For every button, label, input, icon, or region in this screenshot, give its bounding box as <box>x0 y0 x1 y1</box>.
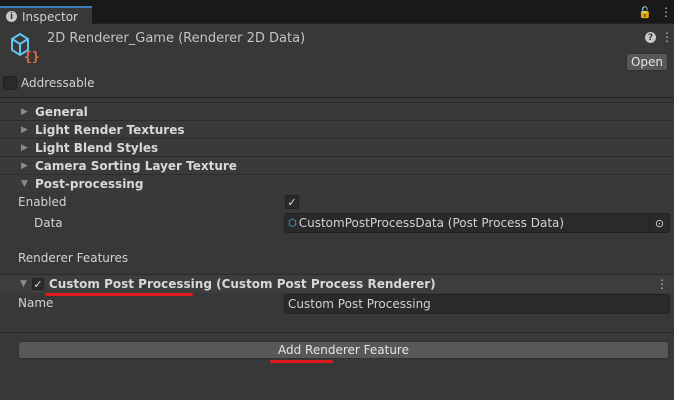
data-value: CustomPostProcessData (Post Process Data… <box>298 216 565 230</box>
addressable-toggle[interactable]: Addressable <box>3 76 94 90</box>
name-input[interactable]: Custom Post Processing <box>284 294 670 314</box>
foldout-label: Light Render Textures <box>35 122 185 137</box>
object-picker-icon[interactable]: ⊙ <box>649 214 669 232</box>
triangle-down-icon: ▼ <box>21 178 28 189</box>
triangle-right-icon: ▶ <box>21 142 28 153</box>
asset-title: 2D Renderer_Game (Renderer 2D Data) <box>47 31 306 46</box>
tab-bar: i Inspector 🔓 ⋮ <box>0 0 674 25</box>
settings-menu-icon[interactable]: ⋮ <box>661 30 673 44</box>
foldout-label: Post-processing <box>35 176 144 191</box>
foldout-light-blend-styles[interactable]: ▶ Light Blend Styles <box>0 138 674 156</box>
feature-enabled-checkbox[interactable]: ✓ <box>31 278 44 291</box>
enabled-label: Enabled <box>18 195 67 209</box>
renderer-asset-icon: {} <box>11 32 40 63</box>
annotation-underline <box>270 360 333 363</box>
feature-title: Custom Post Processing (Custom Post Proc… <box>48 277 436 291</box>
foldout-camera-sorting-layer-texture[interactable]: ▶ Camera Sorting Layer Texture <box>0 156 674 174</box>
renderer-features-heading: Renderer Features <box>18 251 129 265</box>
feature-header[interactable]: ▼ ✓ Custom Post Processing (Custom Post … <box>0 275 674 293</box>
feature-menu-icon[interactable]: ⋮ <box>656 277 668 291</box>
triangle-right-icon: ▶ <box>21 106 28 117</box>
foldout-general[interactable]: ▶ General <box>0 102 674 120</box>
open-button[interactable]: Open <box>626 53 668 71</box>
post-process-data-icon: ⬡ <box>288 217 297 229</box>
svg-text:{}: {} <box>24 50 40 63</box>
more-options-icon[interactable]: ⋮ <box>660 5 672 19</box>
annotation-underline <box>45 293 193 296</box>
triangle-right-icon: ▶ <box>21 160 28 171</box>
name-label: Name <box>18 296 54 310</box>
triangle-down-icon: ▼ <box>20 279 27 289</box>
tab-label: Inspector <box>22 9 78 24</box>
lock-icon[interactable]: 🔓 <box>638 6 652 19</box>
data-object-field[interactable]: ⬡ CustomPostProcessData (Post Process Da… <box>284 213 670 233</box>
foldout-post-processing[interactable]: ▼ Post-processing <box>0 174 674 192</box>
foldout-light-render-textures[interactable]: ▶ Light Render Textures <box>0 120 674 138</box>
tab-inspector[interactable]: i Inspector <box>0 6 92 25</box>
data-label: Data <box>34 216 63 230</box>
addressable-checkbox[interactable] <box>3 76 17 90</box>
info-icon: i <box>6 11 17 22</box>
foldout-label: General <box>35 104 88 119</box>
enabled-checkbox[interactable]: ✓ <box>285 195 299 209</box>
add-renderer-feature-button[interactable]: Add Renderer Feature <box>18 341 669 359</box>
foldout-label: Camera Sorting Layer Texture <box>35 158 237 173</box>
triangle-right-icon: ▶ <box>21 124 28 135</box>
foldout-label: Light Blend Styles <box>35 140 159 155</box>
addressable-label: Addressable <box>21 76 95 90</box>
help-icon[interactable]: ? <box>645 32 656 43</box>
name-value: Custom Post Processing <box>288 297 431 311</box>
